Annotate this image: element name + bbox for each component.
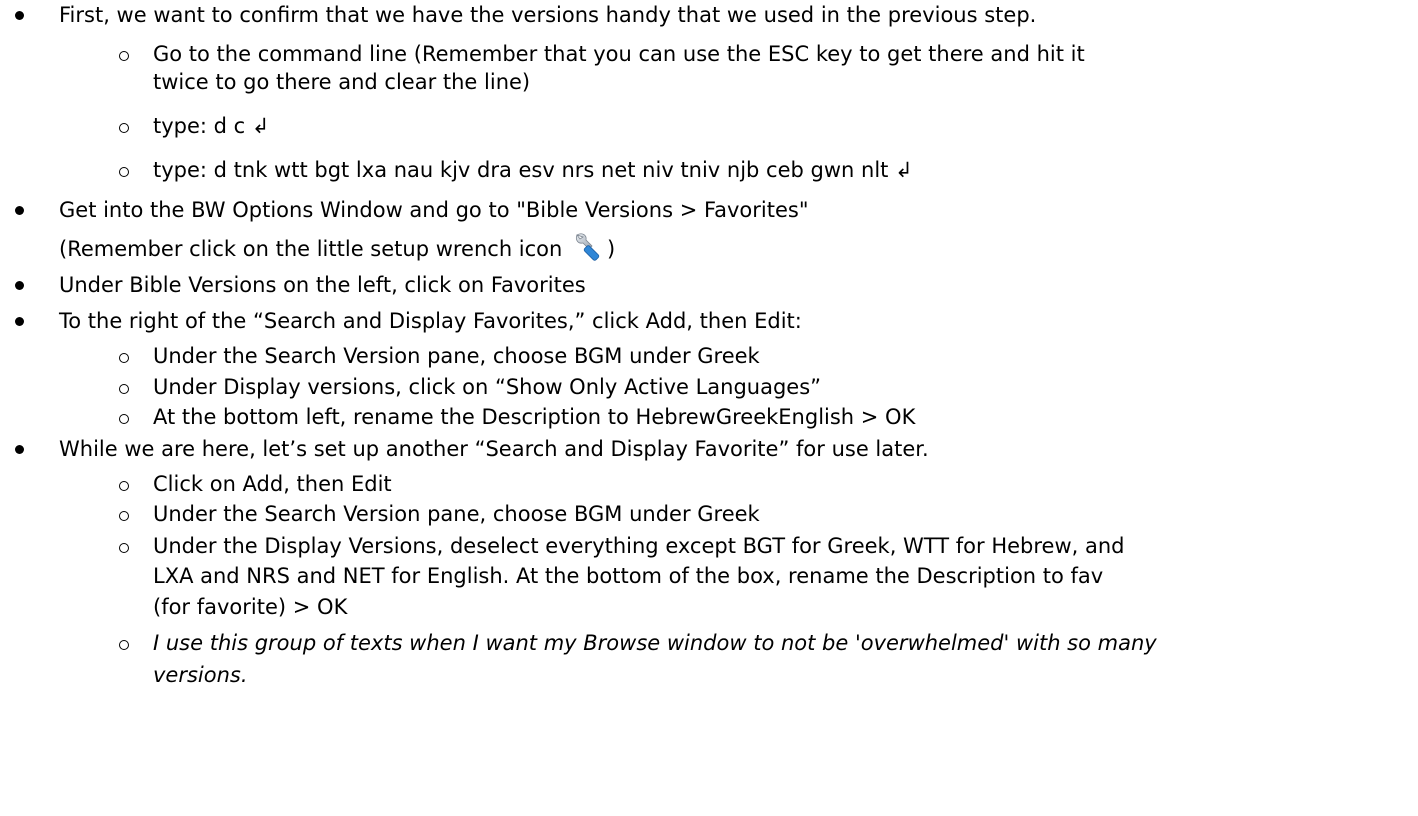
bullet-continuation: (Remember click on the little setup wren… [59, 232, 615, 264]
sub-bullet-item: Under the Display Versions, deselect eve… [119, 531, 1125, 561]
sub-bullet-text: Go to the command line (Remember that yo… [153, 42, 1085, 66]
sub-bullet-circle [119, 384, 129, 394]
sub-bullet-circle [119, 51, 129, 61]
sub-bullet-circle [119, 640, 129, 650]
bullet-text-end: ) [607, 237, 616, 261]
bullet-text: First, we want to confirm that we have t… [59, 3, 1037, 27]
sub-bullet-item: type: d tnk wtt bgt lxa nau kjv dra esv … [119, 155, 913, 185]
bullet-item: Under Bible Versions on the left, click … [15, 270, 586, 300]
sub-bullet-text: At the bottom left, rename the Descripti… [153, 405, 916, 429]
sub-bullet-circle [119, 481, 129, 491]
bullet-dot [15, 445, 24, 454]
bullet-text: While we are here, let’s set up another … [59, 437, 929, 461]
sub-bullet-text: Under the Search Version pane, choose BG… [153, 502, 760, 526]
bullet-dot [15, 206, 24, 215]
sub-bullet-item: At the bottom left, rename the Descripti… [119, 402, 916, 432]
sub-bullet-circle [119, 543, 129, 553]
sub-bullet-item: Under the Search Version pane, choose BG… [119, 341, 760, 371]
bullet-item: To the right of the “Search and Display … [15, 306, 802, 336]
bullet-text: (Remember click on the little setup wren… [59, 237, 563, 261]
sub-bullet-circle [119, 353, 129, 363]
sub-bullet-circle [119, 414, 129, 424]
sub-bullet-continuation: LXA and NRS and NET for English. At the … [153, 564, 1104, 588]
sub-bullet-item: type: d c ↲ [119, 111, 270, 141]
sub-bullet-text: type: d c ↲ [153, 114, 270, 138]
sub-bullet-circle [119, 167, 129, 177]
sub-bullet-item: Under Display versions, click on “Show O… [119, 372, 822, 402]
sub-bullet-item: Go to the command line (Remember that yo… [119, 39, 1085, 69]
sub-bullet-text: Under Display versions, click on “Show O… [153, 375, 822, 399]
sub-bullet-text: Under the Search Version pane, choose BG… [153, 344, 760, 368]
sub-bullet-text: Click on Add, then Edit [153, 472, 392, 496]
wrench-icon[interactable] [573, 232, 605, 262]
bullet-item: First, we want to confirm that we have t… [15, 0, 1037, 30]
bullet-text: Under Bible Versions on the left, click … [59, 273, 586, 297]
sub-bullet-text: type: d tnk wtt bgt lxa nau kjv dra esv … [153, 158, 913, 182]
sub-bullet-continuation: twice to go there and clear the line) [153, 70, 531, 94]
bullet-dot [15, 281, 24, 290]
sub-bullet-item: Under the Search Version pane, choose BG… [119, 499, 760, 529]
sub-bullet-text: I use this group of texts when I want my… [153, 631, 1157, 655]
bullet-text: Get into the BW Options Window and go to… [59, 198, 809, 222]
sub-bullet-circle [119, 123, 129, 133]
sub-bullet-item: Click on Add, then Edit [119, 469, 392, 499]
bullet-dot [15, 317, 24, 326]
bullet-dot [15, 11, 24, 20]
sub-bullet-text: Under the Display Versions, deselect eve… [153, 534, 1125, 558]
sub-bullet-item-note: I use this group of texts when I want my… [119, 628, 1157, 658]
bullet-text: To the right of the “Search and Display … [59, 309, 802, 333]
bullet-item: Get into the BW Options Window and go to… [15, 195, 809, 225]
sub-bullet-circle [119, 511, 129, 521]
bullet-item: While we are here, let’s set up another … [15, 434, 929, 464]
sub-bullet-continuation: versions. [153, 663, 248, 687]
sub-bullet-continuation: (for favorite) > OK [153, 595, 348, 619]
